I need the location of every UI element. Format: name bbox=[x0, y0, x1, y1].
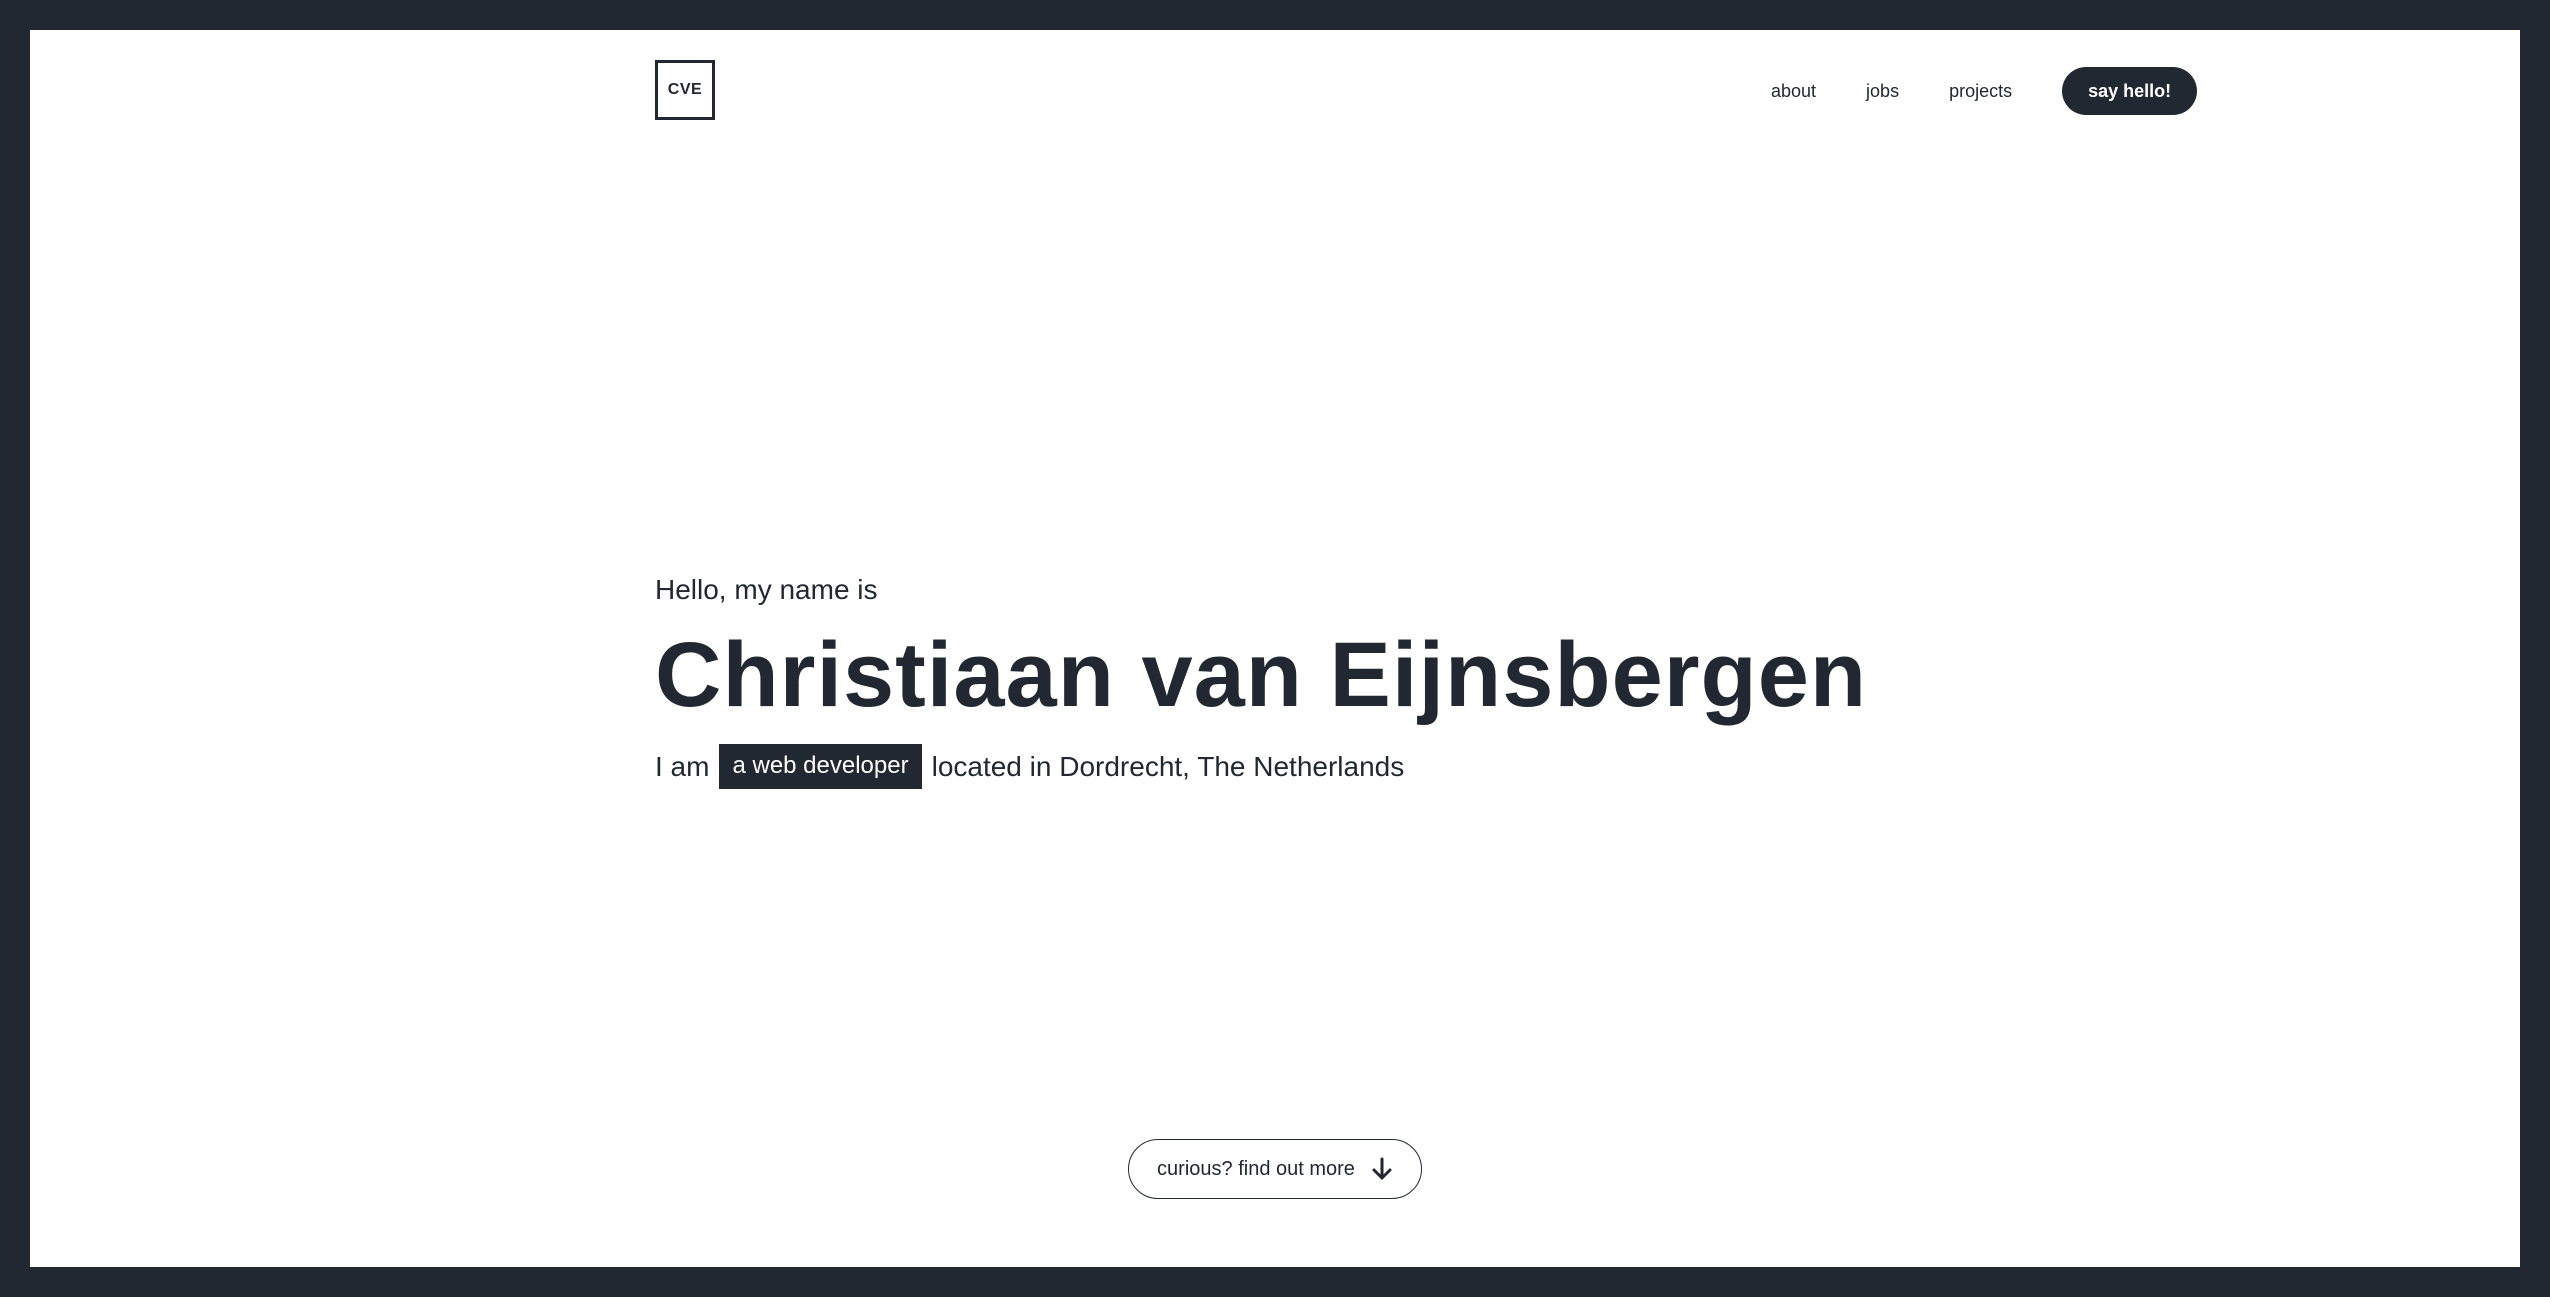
arrow-down-icon bbox=[1371, 1157, 1393, 1181]
intro-prefix: I am bbox=[655, 750, 710, 782]
intro-suffix: located in Dordrecht, The Netherlands bbox=[931, 750, 1405, 782]
find-out-more-button[interactable]: curious? find out more bbox=[1128, 1139, 1422, 1199]
say-hello-button[interactable]: say hello! bbox=[2062, 67, 2198, 115]
main-nav: about jobs projects say hello! bbox=[1771, 67, 2198, 115]
hero-greeting: Hello, my name is bbox=[655, 574, 878, 605]
logo[interactable]: CVE bbox=[655, 60, 715, 120]
page-frame: CVE about jobs projects say hello! Hello… bbox=[30, 30, 2520, 1267]
find-out-more-label: curious? find out more bbox=[1157, 1157, 1355, 1180]
nav-link-about[interactable]: about bbox=[1771, 81, 1816, 102]
hero-name: Christiaan van Eijnsbergen bbox=[655, 624, 1868, 726]
logo-text: CVE bbox=[667, 81, 703, 98]
nav-link-projects[interactable]: projects bbox=[1949, 81, 2012, 102]
hero-intro: I am a web developer located in Dordrech… bbox=[655, 744, 2255, 789]
role-badge: a web developer bbox=[719, 744, 922, 789]
nav-link-jobs[interactable]: jobs bbox=[1866, 81, 1899, 102]
hero-section: Hello, my name is Christiaan van Eijnsbe… bbox=[655, 570, 2255, 789]
